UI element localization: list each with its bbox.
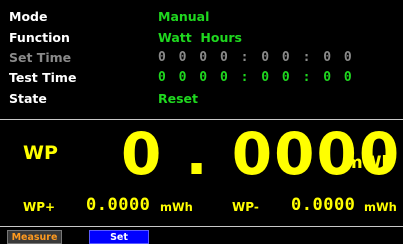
- bottom-tab-bar: Measure Set: [0, 228, 403, 244]
- tab-measure[interactable]: Measure: [7, 230, 62, 244]
- wp-label: WP: [23, 142, 58, 164]
- set-time-value: 0 0 0 0 : 0 0 : 0 0: [158, 49, 355, 65]
- wp-plus-unit: mWh: [160, 200, 193, 214]
- mode-value: Manual: [158, 8, 210, 24]
- wp-minus-reading: 0.0000: [291, 195, 356, 215]
- state-value: Reset: [158, 90, 198, 106]
- wp-unit: mWh: [345, 153, 394, 173]
- mode-label: Mode: [9, 8, 48, 24]
- function-value: Watt Hours: [158, 29, 242, 45]
- measurement-panel: WP 0 . 0000 mWh WP+ 0.0000 mWh WP- 0.000…: [0, 119, 403, 227]
- set-time-label: Set Time: [9, 49, 72, 65]
- function-label: Function: [9, 29, 70, 45]
- function-row: Function Watt Hours: [9, 28, 403, 46]
- set-time-row: Set Time 0 0 0 0 : 0 0 : 0 0: [9, 48, 403, 66]
- wp-minus-unit: mWh: [364, 200, 397, 214]
- wp-plus-label: WP+: [23, 200, 56, 214]
- state-row: State Reset: [9, 89, 403, 107]
- test-time-row: Test Time 0 0 0 0 : 0 0 : 0 0: [9, 68, 403, 86]
- tab-set[interactable]: Set: [89, 230, 149, 244]
- mode-row: Mode Manual: [9, 7, 403, 25]
- wp-minus-label: WP-: [232, 200, 259, 214]
- test-time-label: Test Time: [9, 69, 77, 85]
- test-time-value: 0 0 0 0 : 0 0 : 0 0: [158, 69, 355, 85]
- wp-plus-reading: 0.0000: [86, 195, 151, 215]
- state-label: State: [9, 90, 47, 106]
